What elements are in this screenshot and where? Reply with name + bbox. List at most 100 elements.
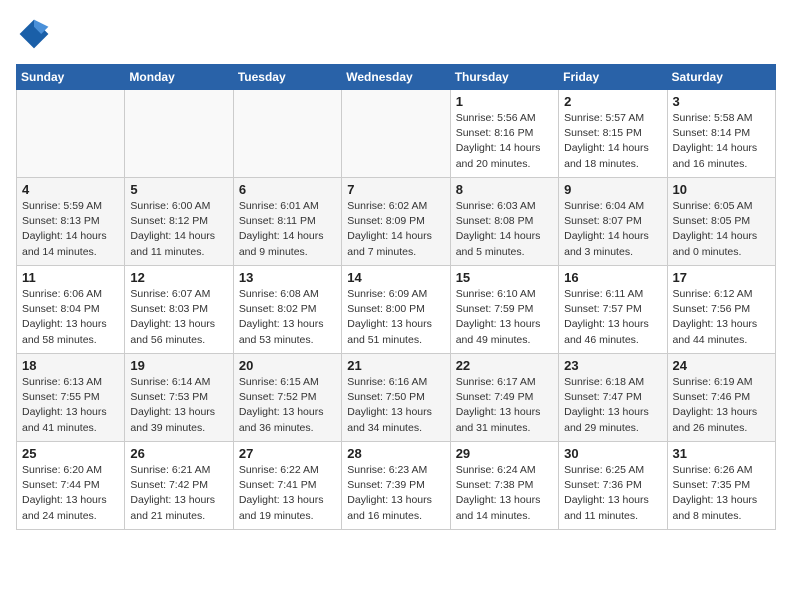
- day-number: 15: [456, 270, 553, 285]
- day-number: 13: [239, 270, 336, 285]
- day-number: 6: [239, 182, 336, 197]
- day-info: Sunrise: 6:02 AM Sunset: 8:09 PM Dayligh…: [347, 199, 444, 260]
- day-number: 29: [456, 446, 553, 461]
- day-number: 21: [347, 358, 444, 373]
- calendar-cell: 25 Sunrise: 6:20 AM Sunset: 7:44 PM Dayli…: [17, 442, 125, 530]
- day-number: 18: [22, 358, 119, 373]
- calendar-cell: 4 Sunrise: 5:59 AM Sunset: 8:13 PM Daylig…: [17, 178, 125, 266]
- day-info: Sunrise: 5:56 AM Sunset: 8:16 PM Dayligh…: [456, 111, 553, 172]
- day-number: 25: [22, 446, 119, 461]
- day-info: Sunrise: 6:00 AM Sunset: 8:12 PM Dayligh…: [130, 199, 227, 260]
- calendar-cell: 17Sunrise: 6:12 AM Sunset: 7:56 PM Dayli…: [667, 266, 775, 354]
- calendar-cell: 28 Sunrise: 6:23 AM Sunset: 7:39 PM Dayli…: [342, 442, 450, 530]
- weekday-header-row: SundayMondayTuesdayWednesdayThursdayFrid…: [17, 65, 776, 90]
- day-info: Sunrise: 6:06 AM Sunset: 8:04 PM Dayligh…: [22, 287, 119, 348]
- day-number: 23: [564, 358, 661, 373]
- day-number: 4: [22, 182, 119, 197]
- weekday-header-friday: Friday: [559, 65, 667, 90]
- calendar-cell: 15 Sunrise: 6:10 AM Sunset: 7:59 PM Dayli…: [450, 266, 558, 354]
- day-number: 11: [22, 270, 119, 285]
- calendar-cell: 7 Sunrise: 6:02 AM Sunset: 8:09 PM Daylig…: [342, 178, 450, 266]
- weekday-header-thursday: Thursday: [450, 65, 558, 90]
- day-number: 5: [130, 182, 227, 197]
- weekday-header-monday: Monday: [125, 65, 233, 90]
- day-info: Sunrise: 5:57 AM Sunset: 8:15 PM Dayligh…: [564, 111, 661, 172]
- day-info: Sunrise: 6:19 AM Sunset: 7:46 PM Dayligh…: [673, 375, 770, 436]
- day-info: Sunrise: 6:23 AM Sunset: 7:39 PM Dayligh…: [347, 463, 444, 524]
- calendar-cell: 2 Sunrise: 5:57 AM Sunset: 8:15 PM Daylig…: [559, 90, 667, 178]
- calendar-cell: 12 Sunrise: 6:07 AM Sunset: 8:03 PM Dayli…: [125, 266, 233, 354]
- day-number: 7: [347, 182, 444, 197]
- day-info: Sunrise: 6:08 AM Sunset: 8:02 PM Dayligh…: [239, 287, 336, 348]
- calendar-cell: [342, 90, 450, 178]
- calendar-cell: 9Sunrise: 6:04 AM Sunset: 8:07 PM Daylig…: [559, 178, 667, 266]
- day-info: Sunrise: 6:04 AM Sunset: 8:07 PM Dayligh…: [564, 199, 661, 260]
- day-info: Sunrise: 6:03 AM Sunset: 8:08 PM Dayligh…: [456, 199, 553, 260]
- day-number: 14: [347, 270, 444, 285]
- calendar-cell: 27 Sunrise: 6:22 AM Sunset: 7:41 PM Dayli…: [233, 442, 341, 530]
- calendar-cell: 19 Sunrise: 6:14 AM Sunset: 7:53 PM Dayli…: [125, 354, 233, 442]
- day-number: 2: [564, 94, 661, 109]
- day-number: 24: [673, 358, 770, 373]
- day-number: 19: [130, 358, 227, 373]
- day-info: Sunrise: 6:18 AM Sunset: 7:47 PM Dayligh…: [564, 375, 661, 436]
- calendar-week-row: 1 Sunrise: 5:56 AM Sunset: 8:16 PM Daylig…: [17, 90, 776, 178]
- day-number: 31: [673, 446, 770, 461]
- logo-icon: [16, 16, 52, 52]
- calendar-cell: 13 Sunrise: 6:08 AM Sunset: 8:02 PM Dayli…: [233, 266, 341, 354]
- day-info: Sunrise: 6:12 AM Sunset: 7:56 PM Dayligh…: [673, 287, 770, 348]
- day-number: 10: [673, 182, 770, 197]
- calendar-cell: 11 Sunrise: 6:06 AM Sunset: 8:04 PM Dayli…: [17, 266, 125, 354]
- calendar-cell: 24 Sunrise: 6:19 AM Sunset: 7:46 PM Dayli…: [667, 354, 775, 442]
- day-info: Sunrise: 6:11 AM Sunset: 7:57 PM Dayligh…: [564, 287, 661, 348]
- day-info: Sunrise: 5:59 AM Sunset: 8:13 PM Dayligh…: [22, 199, 119, 260]
- page-header: [16, 16, 776, 52]
- calendar-cell: 20Sunrise: 6:15 AM Sunset: 7:52 PM Dayli…: [233, 354, 341, 442]
- day-info: Sunrise: 6:16 AM Sunset: 7:50 PM Dayligh…: [347, 375, 444, 436]
- day-number: 3: [673, 94, 770, 109]
- day-info: Sunrise: 6:01 AM Sunset: 8:11 PM Dayligh…: [239, 199, 336, 260]
- day-info: Sunrise: 6:21 AM Sunset: 7:42 PM Dayligh…: [130, 463, 227, 524]
- day-number: 16: [564, 270, 661, 285]
- calendar-cell: 6 Sunrise: 6:01 AM Sunset: 8:11 PM Daylig…: [233, 178, 341, 266]
- day-number: 28: [347, 446, 444, 461]
- day-number: 30: [564, 446, 661, 461]
- day-number: 8: [456, 182, 553, 197]
- weekday-header-tuesday: Tuesday: [233, 65, 341, 90]
- day-info: Sunrise: 6:24 AM Sunset: 7:38 PM Dayligh…: [456, 463, 553, 524]
- calendar-cell: 3 Sunrise: 5:58 AM Sunset: 8:14 PM Daylig…: [667, 90, 775, 178]
- calendar-week-row: 4 Sunrise: 5:59 AM Sunset: 8:13 PM Daylig…: [17, 178, 776, 266]
- day-info: Sunrise: 6:17 AM Sunset: 7:49 PM Dayligh…: [456, 375, 553, 436]
- day-info: Sunrise: 6:10 AM Sunset: 7:59 PM Dayligh…: [456, 287, 553, 348]
- weekday-header-saturday: Saturday: [667, 65, 775, 90]
- day-info: Sunrise: 6:20 AM Sunset: 7:44 PM Dayligh…: [22, 463, 119, 524]
- calendar-cell: [17, 90, 125, 178]
- day-info: Sunrise: 6:26 AM Sunset: 7:35 PM Dayligh…: [673, 463, 770, 524]
- day-info: Sunrise: 6:07 AM Sunset: 8:03 PM Dayligh…: [130, 287, 227, 348]
- calendar-cell: 1 Sunrise: 5:56 AM Sunset: 8:16 PM Daylig…: [450, 90, 558, 178]
- day-number: 1: [456, 94, 553, 109]
- day-info: Sunrise: 5:58 AM Sunset: 8:14 PM Dayligh…: [673, 111, 770, 172]
- calendar-cell: 23 Sunrise: 6:18 AM Sunset: 7:47 PM Dayli…: [559, 354, 667, 442]
- logo: [16, 16, 56, 52]
- calendar-cell: 5 Sunrise: 6:00 AM Sunset: 8:12 PM Daylig…: [125, 178, 233, 266]
- calendar-cell: 16 Sunrise: 6:11 AM Sunset: 7:57 PM Dayli…: [559, 266, 667, 354]
- calendar-cell: 8 Sunrise: 6:03 AM Sunset: 8:08 PM Daylig…: [450, 178, 558, 266]
- day-info: Sunrise: 6:14 AM Sunset: 7:53 PM Dayligh…: [130, 375, 227, 436]
- weekday-header-sunday: Sunday: [17, 65, 125, 90]
- calendar-cell: 26 Sunrise: 6:21 AM Sunset: 7:42 PM Dayli…: [125, 442, 233, 530]
- calendar-cell: 14Sunrise: 6:09 AM Sunset: 8:00 PM Dayli…: [342, 266, 450, 354]
- day-info: Sunrise: 6:05 AM Sunset: 8:05 PM Dayligh…: [673, 199, 770, 260]
- day-number: 12: [130, 270, 227, 285]
- day-number: 22: [456, 358, 553, 373]
- calendar-cell: 21 Sunrise: 6:16 AM Sunset: 7:50 PM Dayli…: [342, 354, 450, 442]
- day-number: 20: [239, 358, 336, 373]
- day-number: 27: [239, 446, 336, 461]
- weekday-header-wednesday: Wednesday: [342, 65, 450, 90]
- day-info: Sunrise: 6:25 AM Sunset: 7:36 PM Dayligh…: [564, 463, 661, 524]
- calendar-cell: 29 Sunrise: 6:24 AM Sunset: 7:38 PM Dayli…: [450, 442, 558, 530]
- calendar-cell: 18Sunrise: 6:13 AM Sunset: 7:55 PM Dayli…: [17, 354, 125, 442]
- day-info: Sunrise: 6:22 AM Sunset: 7:41 PM Dayligh…: [239, 463, 336, 524]
- day-number: 26: [130, 446, 227, 461]
- calendar-cell: 10 Sunrise: 6:05 AM Sunset: 8:05 PM Dayli…: [667, 178, 775, 266]
